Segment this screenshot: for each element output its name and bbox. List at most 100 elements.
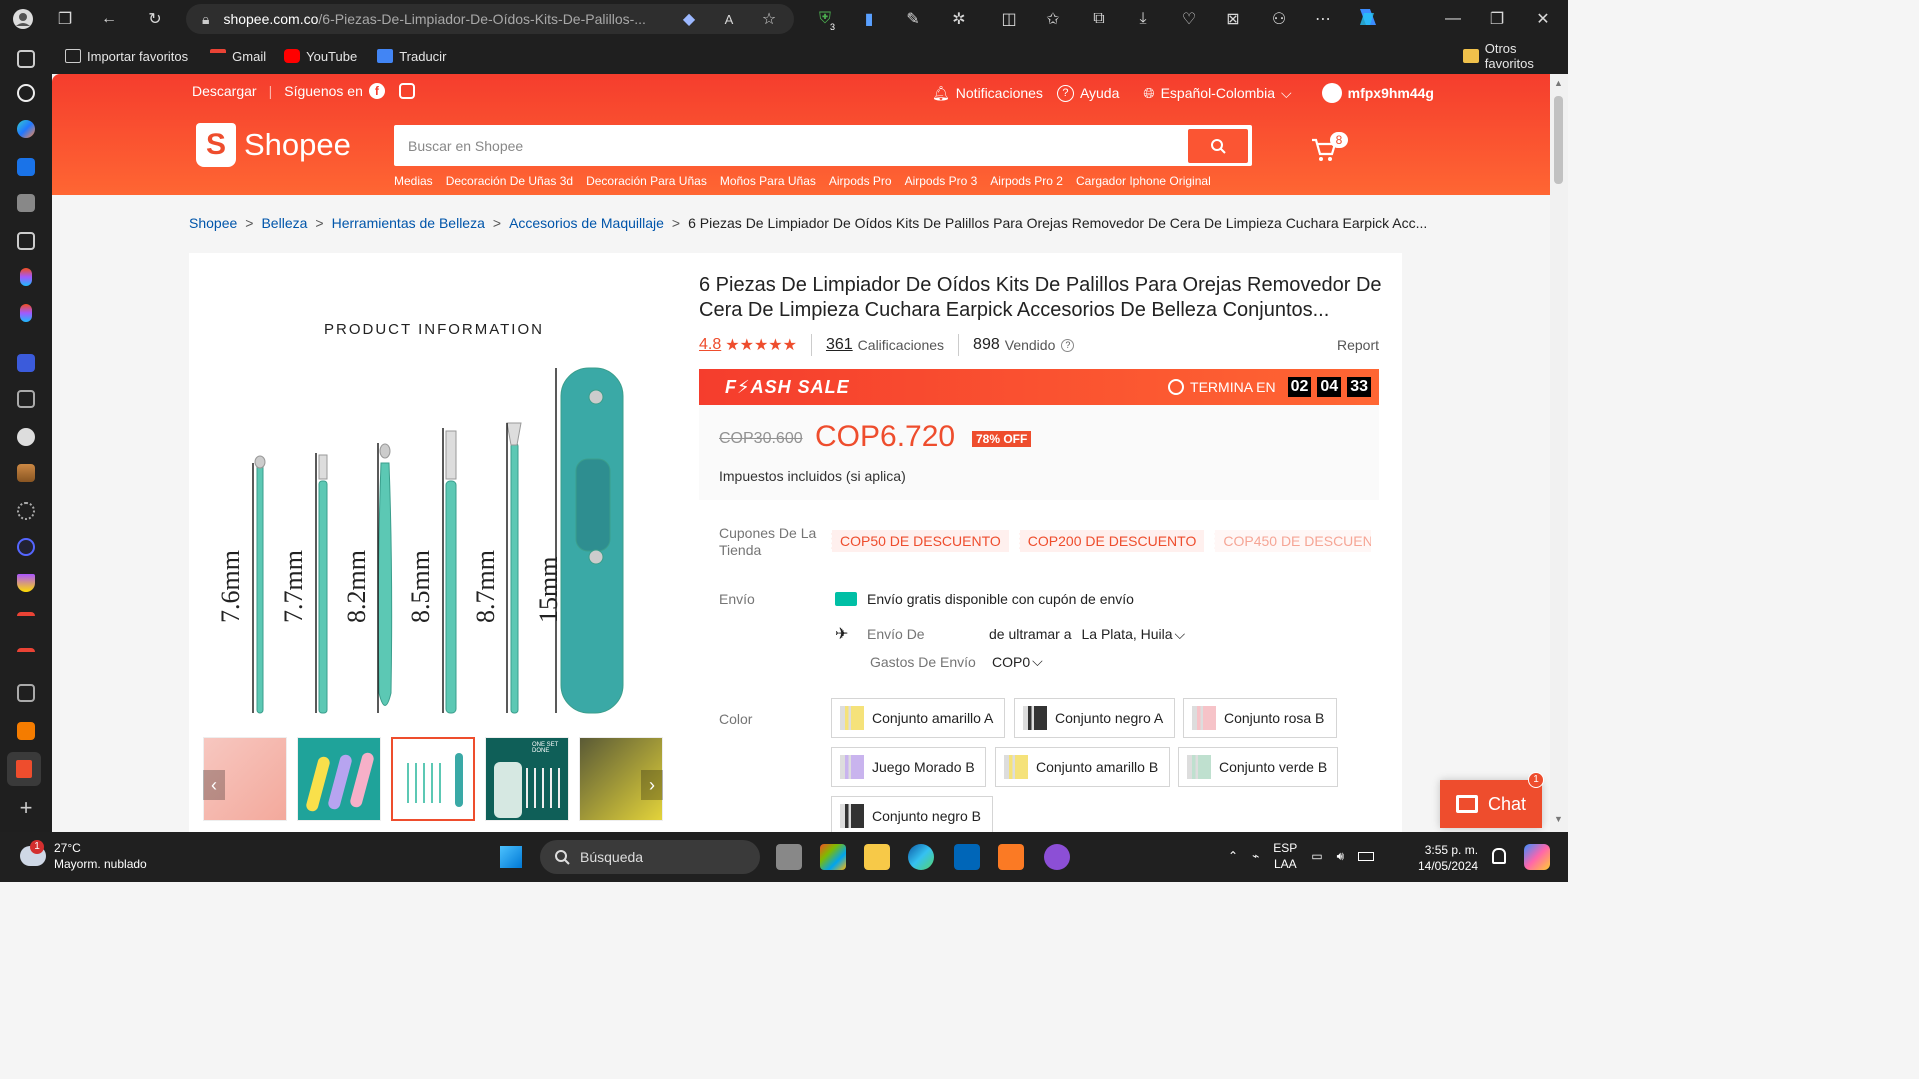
cart-button[interactable]: 8 <box>1310 132 1348 169</box>
minimize-icon[interactable]: — <box>1442 8 1464 30</box>
bookmark-youtube[interactable]: YouTube <box>284 49 357 64</box>
download-link[interactable]: Descargar <box>192 83 257 99</box>
refresh-icon[interactable]: ↻ <box>144 8 166 30</box>
chat-button[interactable]: Chat 1 <box>1440 772 1544 828</box>
back-icon[interactable]: ← <box>98 8 120 30</box>
copilot-icon[interactable] <box>1356 6 1378 28</box>
image-app-icon[interactable] <box>17 194 35 212</box>
network-off-icon[interactable]: ⌁ <box>1252 849 1259 863</box>
color-option[interactable]: Conjunto negro B <box>831 796 993 832</box>
search-bar[interactable]: Buscar en Shopee <box>394 125 1252 166</box>
screenshot-icon[interactable]: ⊠ <box>1222 8 1244 30</box>
chevron-down-icon[interactable]: ⌵ <box>1032 653 1043 670</box>
breadcrumb-link[interactable]: Herramientas de Belleza <box>332 215 485 231</box>
breadcrumb-link[interactable]: Accesorios de Maquillaje <box>509 215 664 231</box>
bookmark-translate[interactable]: Traducir <box>377 49 446 64</box>
help-link[interactable]: Ayuda <box>1080 85 1119 101</box>
eyedropper-icon[interactable]: ✎ <box>902 8 924 30</box>
performance-icon[interactable]: ♡ <box>1178 8 1200 30</box>
gmail-alt-icon[interactable] <box>17 648 35 666</box>
color-option[interactable]: Conjunto verde B <box>1178 747 1338 787</box>
bookmark-import[interactable]: Importar favoritos <box>65 49 188 64</box>
ship-cost-value[interactable]: COP0 <box>992 654 1030 670</box>
report-link[interactable]: Report <box>1337 337 1379 353</box>
vscode-icon[interactable] <box>954 844 980 870</box>
keyword-link[interactable]: Decoración De Uñas 3d <box>446 174 573 188</box>
downloads-icon[interactable]: ⤓ <box>1132 8 1154 30</box>
dark-app-icon[interactable] <box>17 538 35 556</box>
instagram-icon[interactable] <box>398 83 415 99</box>
profile-icon[interactable] <box>12 8 34 30</box>
read-aloud-icon[interactable]: A <box>718 8 740 30</box>
keyword-link[interactable]: Airpods Pro 2 <box>990 174 1063 188</box>
thumbnail-next-arrow[interactable]: › <box>641 770 663 800</box>
github-desktop-icon[interactable] <box>1044 844 1070 870</box>
calendar-app-icon[interactable] <box>17 390 35 408</box>
edge-app-icon[interactable] <box>17 120 35 138</box>
settings-gear-icon[interactable] <box>17 502 35 520</box>
scroll-down-icon[interactable]: ▼ <box>1554 814 1563 824</box>
color-option[interactable]: Juego Morado B <box>831 747 986 787</box>
thumbnail[interactable]: ONE SET DONE <box>485 737 569 821</box>
coupon-chip[interactable]: COP50 DE DESCUENTO <box>831 530 1009 552</box>
shopee-logo[interactable]: S Shopee <box>196 123 351 167</box>
thumbnail[interactable] <box>297 737 381 821</box>
browser-essentials-icon[interactable]: ⚇ <box>1268 8 1290 30</box>
taskbar-search[interactable]: Búsqueda <box>540 840 760 874</box>
edge-icon[interactable] <box>908 844 934 870</box>
more-menu-icon[interactable]: ⋯ <box>1312 8 1334 30</box>
ship-to-selector[interactable]: La Plata, Huila <box>1081 626 1172 642</box>
chevron-up-icon[interactable]: ⌃ <box>1228 849 1238 863</box>
shield-extension-icon[interactable]: ⛨ 3 <box>814 8 836 32</box>
figma-icon[interactable] <box>20 268 32 286</box>
copilot-taskbar-icon[interactable] <box>1524 844 1550 870</box>
github-icon[interactable] <box>17 428 35 446</box>
avatar[interactable] <box>1321 83 1342 103</box>
keyword-link[interactable]: Airpods Pro <box>829 174 892 188</box>
coupon-tag-icon[interactable]: ◆ <box>678 8 700 30</box>
bell-icon[interactable]: 🔔︎ <box>932 85 950 102</box>
rating-value[interactable]: 4.8 <box>699 336 721 354</box>
xampp-icon[interactable] <box>998 844 1024 870</box>
openai-icon[interactable] <box>17 84 35 102</box>
battery-icon[interactable] <box>1358 851 1375 861</box>
extension-icon-blue[interactable]: ▮ <box>858 8 880 30</box>
file-explorer-icon[interactable] <box>864 844 890 870</box>
search-button[interactable] <box>1188 128 1248 163</box>
maximize-icon[interactable]: ❐ <box>1486 8 1508 30</box>
notification-bell-icon[interactable] <box>1492 848 1506 864</box>
start-button[interactable] <box>500 846 522 868</box>
breadcrumb-link[interactable]: Belleza <box>261 215 307 231</box>
keyword-link[interactable]: Airpods Pro 3 <box>905 174 978 188</box>
color-option[interactable]: Conjunto negro A <box>1014 698 1175 738</box>
display-icon[interactable]: ▭ <box>1311 849 1322 863</box>
thumbnail-selected[interactable] <box>391 737 475 821</box>
color-option[interactable]: Conjunto rosa B <box>1183 698 1337 738</box>
task-view-icon[interactable] <box>776 844 802 870</box>
document-icon[interactable] <box>17 232 35 250</box>
outlook-icon[interactable] <box>17 158 35 176</box>
chart-app-icon[interactable] <box>17 464 35 482</box>
username[interactable]: mfpx9hm44g <box>1348 85 1434 101</box>
keyword-link[interactable]: Decoración Para Uñas <box>586 174 707 188</box>
scrollbar-thumb[interactable] <box>1554 96 1563 184</box>
notifications-link[interactable]: Notificaciones <box>956 85 1043 101</box>
volume-icon[interactable]: 🔊︎ <box>1337 849 1345 864</box>
facebook-icon[interactable]: f <box>368 83 385 99</box>
page-scrollbar[interactable]: ▲ ▼ <box>1550 74 1568 832</box>
keyword-link[interactable]: Moños Para Uñas <box>720 174 816 188</box>
split-screen-icon[interactable]: ◫ <box>998 8 1020 30</box>
bookmark-other-favorites[interactable]: Otros favoritos <box>1463 41 1568 71</box>
language-selector[interactable]: Español-Colombia <box>1161 85 1275 101</box>
scroll-up-icon[interactable]: ▲ <box>1554 78 1563 88</box>
clock[interactable]: 3:55 p. m. 14/05/2024 <box>1418 842 1478 874</box>
shopee-sidebar-icon[interactable] <box>7 752 41 786</box>
chevron-down-icon[interactable]: ⌵ <box>1175 626 1186 643</box>
language-indicator[interactable]: ESP LAA <box>1273 840 1297 872</box>
favorites-icon[interactable]: ✩ <box>1042 8 1064 30</box>
globe-icon[interactable]: 🌐︎ <box>1143 85 1154 102</box>
info-icon[interactable]: ? <box>1061 338 1075 352</box>
store-icon[interactable] <box>820 844 846 870</box>
xampp-icon[interactable] <box>17 722 35 740</box>
coupon-chip[interactable]: COP450 DE DESCUENTO <box>1214 530 1371 552</box>
